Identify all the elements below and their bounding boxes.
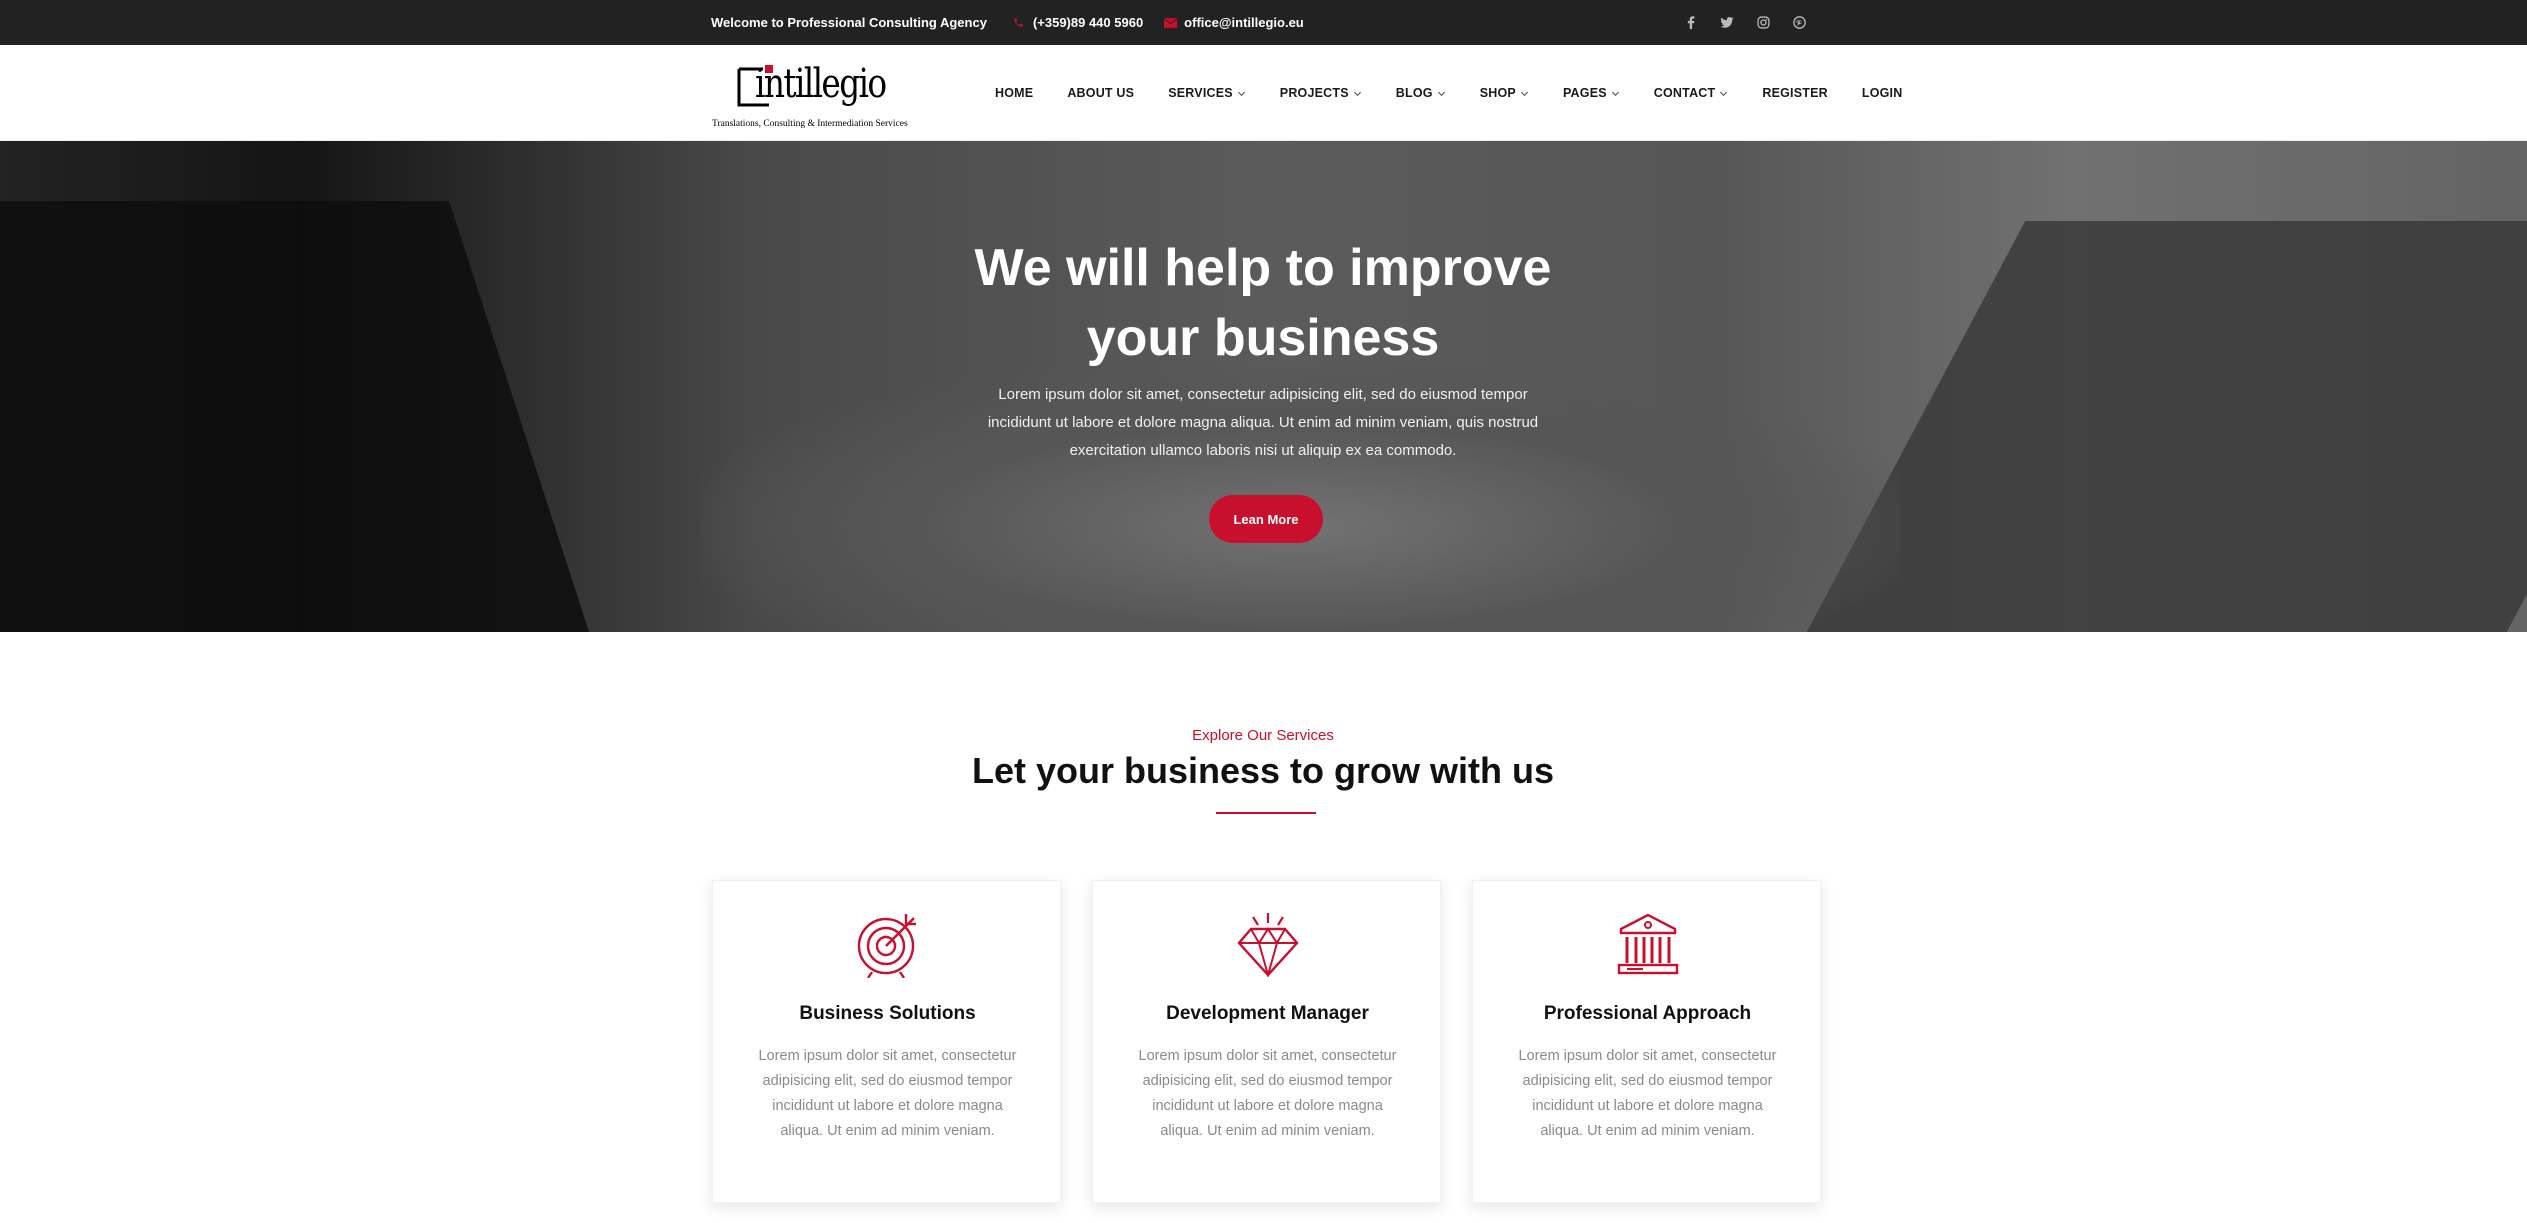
welcome-text: Welcome to Professional Consulting Agenc… (711, 15, 987, 30)
hero-title: We will help to improve your business (963, 233, 1563, 373)
chevron-down-icon (1719, 89, 1728, 98)
logo-wordmark: intillegio (755, 61, 887, 107)
service-card-title: Professional Approach (1543, 1003, 1752, 1024)
nav-item-shop[interactable]: SHOP (1480, 86, 1529, 100)
services-eyebrow: Explore Our Services (1192, 727, 1334, 744)
nav-item-register[interactable]: REGISTER (1762, 86, 1828, 100)
chevron-down-icon (1437, 89, 1446, 98)
nav-label: REGISTER (1762, 86, 1828, 100)
email-address: office@intillegio.eu (1184, 15, 1304, 30)
service-card-text: Lorem ipsum dolor sit amet, consectetur … (1138, 1048, 1397, 1139)
chevron-down-icon (1353, 89, 1362, 98)
logo-tagline: Translations, Consulting & Intermediatio… (712, 119, 908, 129)
target-icon (853, 909, 923, 979)
nav-label: SERVICES (1168, 86, 1233, 100)
nav-label: HOME (995, 86, 1034, 100)
learn-more-button[interactable]: Lean More (1209, 495, 1323, 543)
nav-label: ABOUT US (1067, 86, 1135, 100)
service-card-text: Lorem ipsum dolor sit amet, consectetur … (758, 1048, 1017, 1139)
nav-label: SHOP (1479, 86, 1516, 100)
nav-label: PAGES (1562, 86, 1607, 100)
phone-number: (+359)89 440 5960 (1032, 15, 1144, 30)
services-title: Let your business to grow with us (971, 750, 1555, 791)
logo[interactable]: intillegio Translations, Consulting & In… (711, 55, 931, 131)
nav-label: LOGIN (1861, 86, 1903, 100)
title-divider (1216, 812, 1316, 814)
social-links (1684, 0, 1806, 45)
hero-banner: We will help to improve your business Lo… (0, 141, 2527, 632)
nav-item-services[interactable]: SERVICES (1168, 86, 1246, 100)
phone-icon (1012, 16, 1026, 30)
nav-item-login[interactable]: LOGIN (1862, 86, 1903, 100)
service-card-business-solutions[interactable]: Business Solutions Lorem ipsum dolor sit… (712, 880, 1061, 1203)
instagram-icon[interactable] (1756, 16, 1770, 30)
top-bar: Welcome to Professional Consulting Agenc… (0, 0, 2527, 45)
nav-item-about-us[interactable]: ABOUT US (1067, 86, 1134, 100)
hero-title-line-1: We will help to improve (974, 239, 1552, 297)
nav-label: PROJECTS (1279, 86, 1349, 100)
chevron-down-icon (1520, 89, 1529, 98)
nav-item-pages[interactable]: PAGES (1563, 86, 1620, 100)
hero-title-line-2: your business (1086, 309, 1440, 367)
nav-item-projects[interactable]: PROJECTS (1280, 86, 1362, 100)
phone-contact[interactable]: (+359)89 440 5960 (1012, 15, 1143, 30)
bank-icon (1613, 909, 1683, 979)
nav-label: CONTACT (1653, 86, 1716, 100)
nav-item-blog[interactable]: BLOG (1396, 86, 1446, 100)
site-header: intillegio Translations, Consulting & In… (0, 45, 2527, 141)
nav-label: BLOG (1395, 86, 1433, 100)
main-nav: HOME ABOUT US SERVICES PROJECTS BLOG SHO… (995, 45, 1902, 141)
hero-description: Lorem ipsum dolor sit amet, consectetur … (987, 386, 1539, 459)
email-contact[interactable]: office@intillegio.eu (1163, 15, 1304, 30)
service-card-development-manager[interactable]: Development Manager Lorem ipsum dolor si… (1092, 880, 1441, 1203)
service-card-professional-approach[interactable]: Professional Approach Lorem ipsum dolor … (1472, 880, 1821, 1203)
pinterest-icon[interactable] (1792, 16, 1806, 30)
facebook-icon[interactable] (1684, 16, 1698, 30)
envelope-icon (1163, 16, 1177, 30)
nav-item-contact[interactable]: CONTACT (1654, 86, 1729, 100)
twitter-icon[interactable] (1720, 16, 1734, 30)
diamond-icon (1233, 909, 1303, 979)
service-card-title: Development Manager (1166, 1003, 1369, 1024)
nav-item-home[interactable]: HOME (995, 86, 1033, 100)
service-card-title: Business Solutions (799, 1003, 976, 1024)
chevron-down-icon (1611, 89, 1620, 98)
chevron-down-icon (1237, 89, 1246, 98)
service-card-text: Lorem ipsum dolor sit amet, consectetur … (1518, 1048, 1777, 1139)
